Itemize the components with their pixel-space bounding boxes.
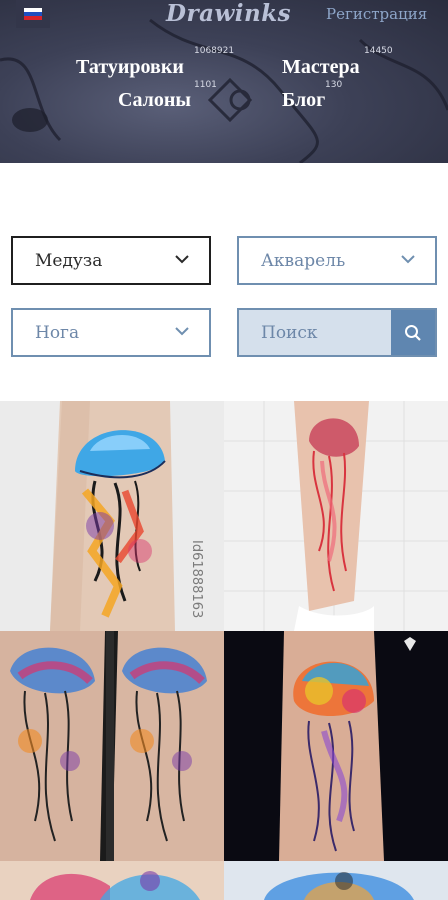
search-icon [405,324,421,341]
gallery-item[interactable] [0,631,224,861]
nav-masters-count: 14450 [364,46,393,56]
gallery-item[interactable] [224,401,448,631]
nav-blog[interactable]: Блог [282,89,325,112]
gallery-item[interactable] [224,631,448,861]
register-link[interactable]: Регистрация [326,5,427,23]
tattoo-image [0,631,224,861]
language-flag-ru[interactable] [16,0,50,28]
style-select[interactable]: Акварель [237,236,437,285]
watermark-text: Id61888163 [189,540,204,619]
tattoo-image [224,631,448,861]
tattoo-image [0,861,224,900]
nav-tattoos[interactable]: Татуировки [76,56,184,79]
nav-salons[interactable]: Салоны [118,89,191,112]
gallery-item[interactable] [224,861,448,900]
nav-salons-count: 1101 [194,80,217,90]
nav-tattoos-count: 1068921 [194,46,235,56]
flag-ru-icon [24,8,42,20]
site-logo[interactable]: Drawinks [166,0,291,27]
tattoo-image [224,401,448,631]
chevron-down-icon [175,327,189,336]
subject-select-value: Медуза [35,250,103,271]
nav-masters[interactable]: Мастера [282,56,360,79]
style-select-value: Акварель [261,250,346,271]
chevron-down-icon [401,255,415,264]
site-header: Drawinks Регистрация Татуировки 1068921 … [0,0,448,163]
body-part-select[interactable]: Нога [11,308,211,357]
subject-select[interactable]: Медуза [11,236,211,285]
nav-blog-count: 130 [325,80,343,90]
search-input[interactable] [239,310,393,355]
search-button[interactable] [391,310,435,355]
body-part-select-value: Нога [35,322,80,343]
gallery-item[interactable] [0,861,224,900]
search-box [237,308,437,357]
chevron-down-icon [175,255,189,264]
tattoo-image [224,861,448,900]
